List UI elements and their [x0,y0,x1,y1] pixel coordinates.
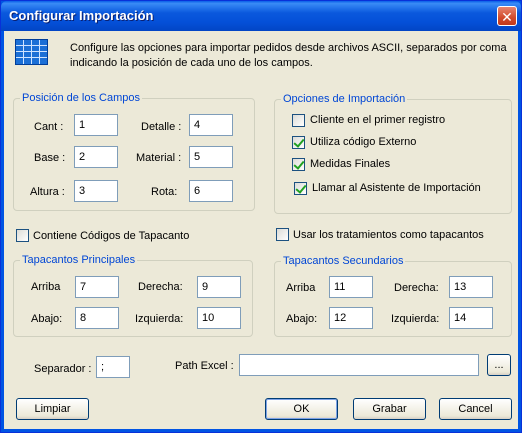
secundario-arriba-label: Arriba [286,282,316,294]
principal-izquierda-label: Izquierda: [135,313,184,325]
limpiar-button[interactable]: Limpiar [16,398,89,420]
asistente-checkbox[interactable] [294,182,307,195]
altura-input[interactable] [74,180,118,202]
secundario-arriba-input[interactable] [329,276,373,298]
detalle-label: Detalle : [141,121,182,133]
principal-arriba-label: Arriba [31,281,61,293]
principal-derecha-input[interactable] [197,276,241,298]
usar-tratamientos-checkbox[interactable] [276,228,289,241]
material-input[interactable] [189,146,233,168]
cliente-label[interactable]: Cliente en el primer registro [310,114,445,126]
title-bar[interactable]: Configurar Importación ✕ [1,1,521,31]
opciones-importacion-legend: Opciones de Importación [281,93,408,105]
intro-text: Configure las opciones para importar ped… [70,42,507,69]
material-label: Material : [136,152,182,164]
cliente-checkbox[interactable] [292,114,305,127]
browse-button[interactable]: ... [487,354,511,376]
altura-label: Altura : [30,186,65,198]
medidas-finales-checkbox[interactable] [292,158,305,171]
path-excel-label: Path Excel : [175,360,234,372]
principal-abajo-input[interactable] [75,307,119,329]
principal-izquierda-input[interactable] [197,307,241,329]
grabar-button[interactable]: Grabar [353,398,426,420]
ok-button[interactable]: OK [265,398,338,420]
table-grid-icon [15,39,48,65]
posicion-campos-legend: Posición de los Campos [20,92,143,104]
separador-input[interactable] [96,356,130,378]
cant-label: Cant : [34,121,64,133]
close-button[interactable]: ✕ [497,6,517,26]
separador-label: Separador : [34,363,92,375]
window-title: Configurar Importación [9,8,154,23]
principal-abajo-label: Abajo: [31,313,63,325]
contiene-codigos-label[interactable]: Contiene Códigos de Tapacanto [33,230,189,242]
secundario-izquierda-input[interactable] [449,307,493,329]
principal-derecha-label: Derecha: [138,281,183,293]
principal-arriba-input[interactable] [75,276,119,298]
secundario-derecha-input[interactable] [449,276,493,298]
secundario-derecha-label: Derecha: [394,282,439,294]
opciones-importacion-group: Opciones de Importación Cliente en el pr… [274,93,512,214]
close-icon: ✕ [501,9,513,25]
rota-input[interactable] [189,180,233,202]
posicion-campos-group: Posición de los Campos Cant : Detalle : … [13,92,255,211]
dialog-body: Configure las opciones para importar ped… [4,31,518,429]
path-excel-input[interactable] [239,354,479,376]
codigo-externo-checkbox[interactable] [292,136,305,149]
secundario-izquierda-label: Izquierda: [391,313,440,325]
dialog-window: Configurar Importación ✕ Configure las o… [0,0,522,433]
codigo-externo-label[interactable]: Utiliza código Externo [310,136,416,148]
cant-input[interactable] [74,114,118,136]
secundario-abajo-input[interactable] [329,307,373,329]
medidas-finales-label[interactable]: Medidas Finales [310,158,390,170]
rota-label: Rota: [151,186,178,198]
detalle-input[interactable] [189,114,233,136]
base-input[interactable] [74,146,118,168]
tapacantos-secundarios-legend: Tapacantos Secundarios [281,255,406,267]
tapacantos-principales-legend: Tapacantos Principales [20,254,138,266]
contiene-codigos-checkbox[interactable] [16,229,29,242]
usar-tratamientos-label[interactable]: Usar los tratamientos como tapacantos [293,229,484,241]
base-label: Base : [34,152,66,164]
tapacantos-secundarios-group: Tapacantos Secundarios Arriba Derecha: A… [274,255,512,337]
tapacantos-principales-group: Tapacantos Principales Arriba Derecha: A… [13,254,253,337]
secundario-abajo-label: Abajo: [286,313,318,325]
asistente-label[interactable]: Llamar al Asistente de Importación [312,182,481,194]
cancel-button[interactable]: Cancel [439,398,512,420]
